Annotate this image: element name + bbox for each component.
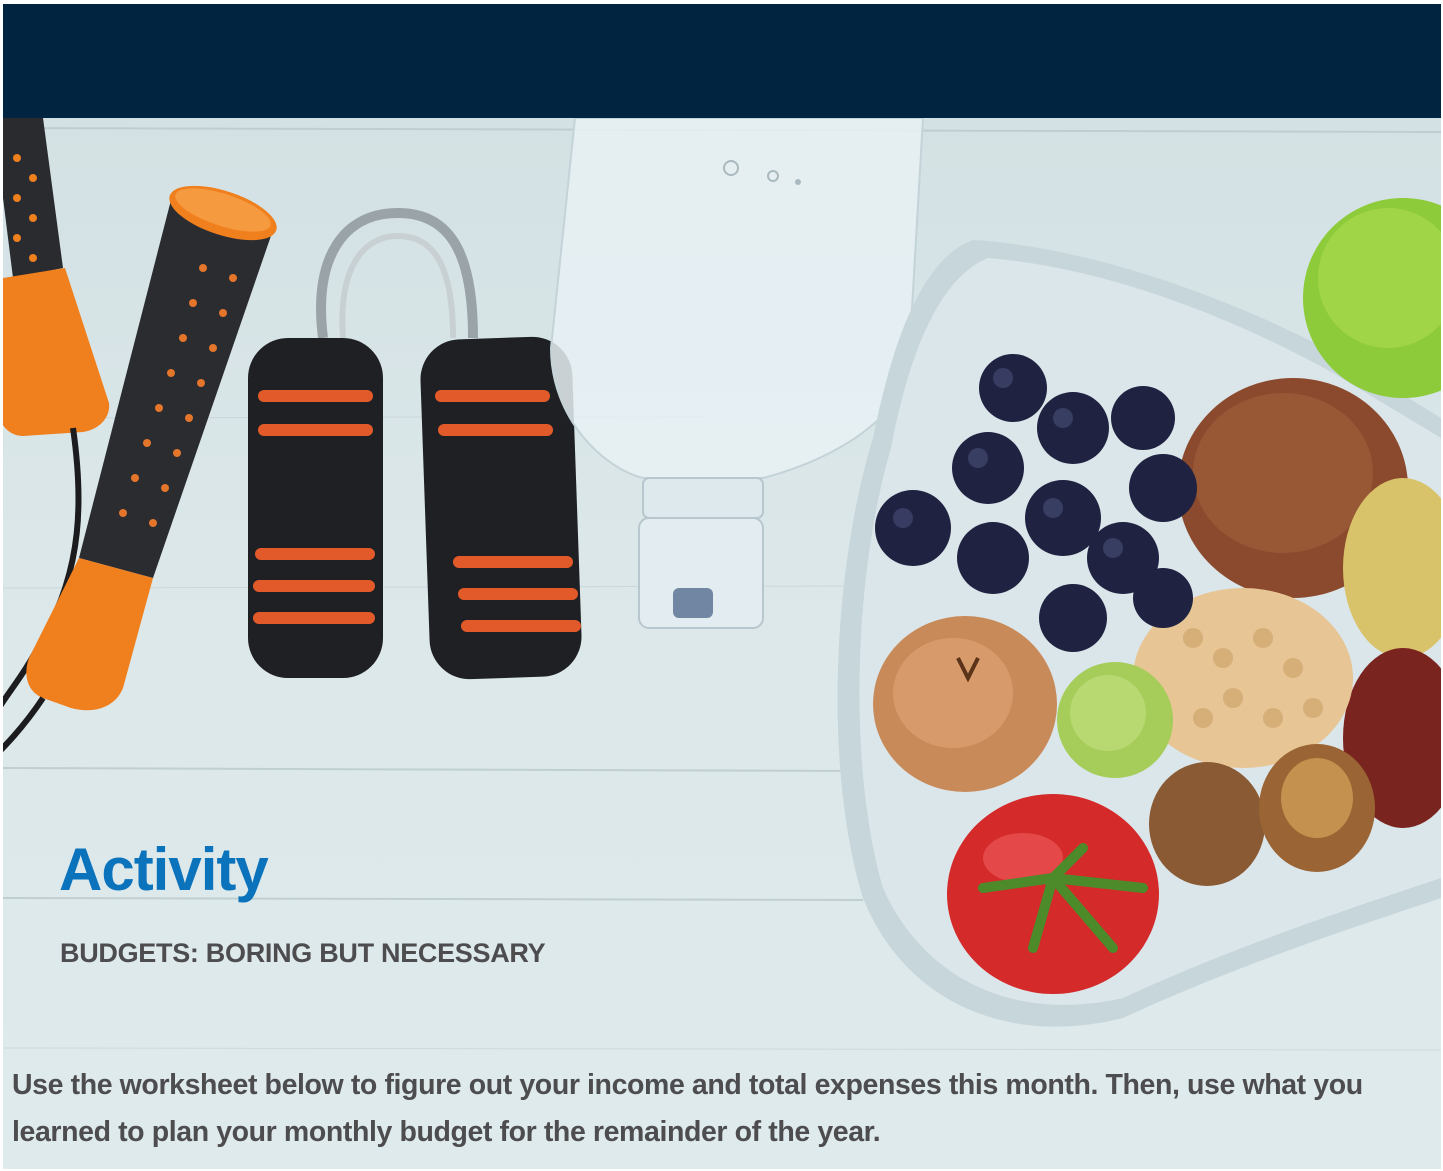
hero-photo [3, 118, 1441, 1169]
brussels-sprout-icon [1057, 662, 1173, 778]
activity-subtitle: BUDGETS: BORING BUT NECESSARY [60, 938, 546, 968]
activity-instructions: Use the worksheet below to figure out yo… [12, 1069, 1363, 1148]
hero-illustration [3, 118, 1441, 1051]
onion-icon [873, 616, 1057, 792]
hand-grip-icon [248, 207, 582, 680]
activity-title: Activity [59, 836, 269, 903]
tomato-icon [947, 794, 1159, 994]
document-page: Activity BUDGETS: BORING BUT NECESSARY U… [3, 4, 1441, 1169]
header-band [3, 4, 1441, 118]
